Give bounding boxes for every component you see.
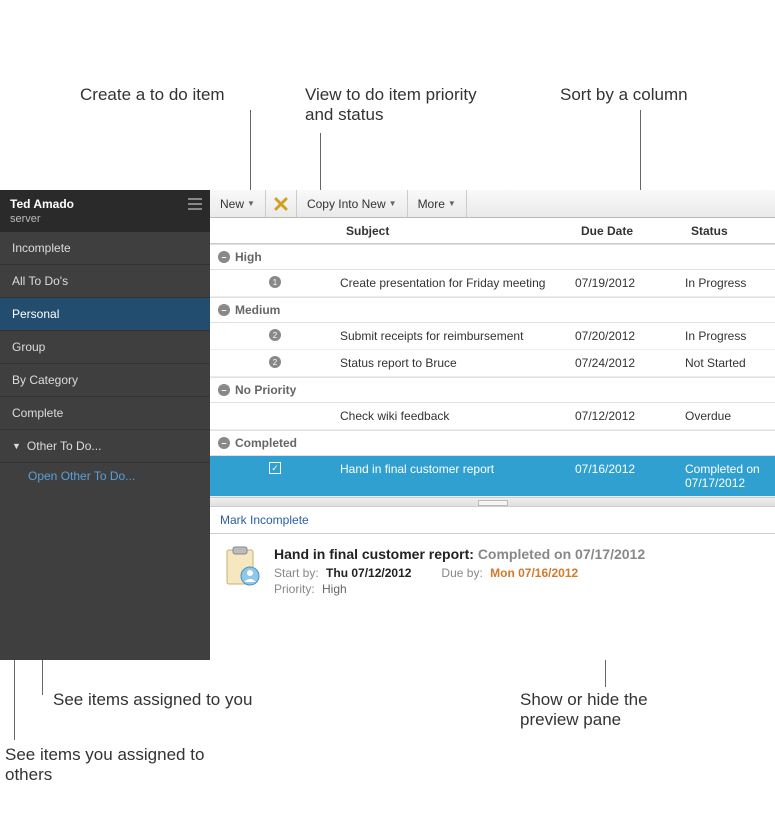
priority-2-icon: 2 <box>269 329 281 341</box>
app-frame: Ted Amado server Incomplete All To Do's … <box>0 190 775 660</box>
preview-toolbar: Mark Incomplete <box>210 507 775 534</box>
col-due-header[interactable]: Due Date <box>575 224 685 238</box>
priority-1-icon: 1 <box>269 276 281 288</box>
main-panel: New ▼ Copy Into New ▼ More ▼ Subject Due… <box>210 190 775 660</box>
x-icon <box>274 197 288 211</box>
table-row[interactable]: Check wiki feedback 07/12/2012 Overdue <box>210 403 775 430</box>
new-button[interactable]: New ▼ <box>210 190 266 217</box>
cancel-button[interactable] <box>266 190 297 217</box>
annotation-sort: Sort by a column <box>560 85 688 105</box>
copy-into-new-button[interactable]: Copy Into New ▼ <box>297 190 408 217</box>
annotation-priority: View to do item priority and status <box>305 85 485 125</box>
group-header-medium[interactable]: – Medium <box>210 297 775 323</box>
annotation-assigned-others: See items you assigned to others <box>5 745 225 785</box>
due-by-label: Due by: <box>441 566 482 580</box>
collapse-icon: – <box>218 437 230 449</box>
start-by-value: Thu 07/12/2012 <box>326 566 411 580</box>
col-status-header[interactable]: Status <box>685 224 775 238</box>
priority-label: Priority: <box>274 582 315 596</box>
caret-icon: ▼ <box>247 199 255 208</box>
group-header-high[interactable]: – High <box>210 244 775 270</box>
sidebar-item-all[interactable]: All To Do's <box>0 265 210 298</box>
annotation-line <box>250 110 251 195</box>
subject-cell: Submit receipts for reimbursement <box>340 329 575 343</box>
sidebar-item-incomplete[interactable]: Incomplete <box>0 232 210 265</box>
sidebar-header: Ted Amado server <box>0 190 210 232</box>
due-cell: 07/20/2012 <box>575 329 685 343</box>
priority-cell: ✓ <box>210 462 340 474</box>
preview-text: Hand in final customer report: Completed… <box>274 546 645 596</box>
checkmark-icon: ✓ <box>269 462 281 474</box>
subject-cell: Status report to Bruce <box>340 356 575 370</box>
table-row[interactable]: 1 Create presentation for Friday meeting… <box>210 270 775 297</box>
preview-priority-row: Priority: High <box>274 582 645 596</box>
priority-2-icon: 2 <box>269 356 281 368</box>
subject-cell: Create presentation for Friday meeting <box>340 276 575 290</box>
sidebar: Ted Amado server Incomplete All To Do's … <box>0 190 210 660</box>
button-label: More <box>418 197 445 211</box>
collapse-icon: – <box>218 304 230 316</box>
due-cell: 07/24/2012 <box>575 356 685 370</box>
caret-icon: ▼ <box>448 199 456 208</box>
preview-title-text: Hand in final customer report: <box>274 546 474 562</box>
group-header-nopriority[interactable]: – No Priority <box>210 377 775 403</box>
menu-icon[interactable] <box>188 198 202 210</box>
sidebar-item-other[interactable]: ▼ Other To Do... <box>0 430 210 463</box>
sidebar-item-personal[interactable]: Personal <box>0 298 210 331</box>
status-cell: Overdue <box>685 409 775 423</box>
status-cell: In Progress <box>685 276 775 290</box>
due-by-value: Mon 07/16/2012 <box>490 566 578 580</box>
preview-body: Hand in final customer report: Completed… <box>210 534 775 608</box>
group-header-completed[interactable]: – Completed <box>210 430 775 456</box>
due-cell: 07/12/2012 <box>575 409 685 423</box>
button-label: Copy Into New <box>307 197 386 211</box>
table-row[interactable]: 2 Status report to Bruce 07/24/2012 Not … <box>210 350 775 377</box>
splitter-handle-icon <box>478 500 508 506</box>
group-label: Completed <box>235 436 297 450</box>
toolbar: New ▼ Copy Into New ▼ More ▼ <box>210 190 775 218</box>
priority-cell: 1 <box>210 276 340 288</box>
sidebar-subitem-open-other[interactable]: Open Other To Do... <box>0 463 210 489</box>
sidebar-server-label: server <box>10 213 200 225</box>
status-cell: In Progress <box>685 329 775 343</box>
priority-cell: 2 <box>210 329 340 341</box>
sidebar-item-group[interactable]: Group <box>0 331 210 364</box>
due-cell: 07/16/2012 <box>575 462 685 476</box>
sidebar-item-complete[interactable]: Complete <box>0 397 210 430</box>
start-by-label: Start by: <box>274 566 319 580</box>
status-cell: Completed on 07/17/2012 <box>685 462 775 490</box>
group-label: Medium <box>235 303 280 317</box>
preview-completed-text: Completed on 07/17/2012 <box>478 546 645 562</box>
annotation-assigned-you: See items assigned to you <box>53 690 252 710</box>
more-button[interactable]: More ▼ <box>408 190 467 217</box>
column-headers: Subject Due Date Status <box>210 218 775 244</box>
collapse-icon: – <box>218 384 230 396</box>
preview-title: Hand in final customer report: Completed… <box>274 546 645 562</box>
chevron-down-icon: ▼ <box>12 441 21 451</box>
table-row[interactable]: 2 Submit receipts for reimbursement 07/2… <box>210 323 775 350</box>
preview-dates-row: Start by: Thu 07/12/2012 Due by: Mon 07/… <box>274 566 645 580</box>
due-cell: 07/19/2012 <box>575 276 685 290</box>
caret-icon: ▼ <box>389 199 397 208</box>
priority-cell: 2 <box>210 356 340 368</box>
collapse-icon: – <box>218 251 230 263</box>
table-row[interactable]: ✓ Hand in final customer report 07/16/20… <box>210 456 775 497</box>
button-label: New <box>220 197 244 211</box>
sidebar-item-category[interactable]: By Category <box>0 364 210 397</box>
priority-value: High <box>322 582 347 596</box>
status-cell: Not Started <box>685 356 775 370</box>
group-label: High <box>235 250 262 264</box>
preview-pane-splitter[interactable] <box>210 497 775 507</box>
sidebar-item-label: Other To Do... <box>27 439 101 453</box>
sidebar-user: Ted Amado <box>10 197 200 211</box>
annotation-preview-toggle: Show or hide the preview pane <box>520 690 710 730</box>
col-subject-header[interactable]: Subject <box>340 224 575 238</box>
annotation-create: Create a to do item <box>80 85 225 105</box>
clipboard-user-icon <box>224 546 262 588</box>
group-label: No Priority <box>235 383 296 397</box>
subject-cell: Hand in final customer report <box>340 462 575 476</box>
mark-incomplete-link[interactable]: Mark Incomplete <box>220 513 309 527</box>
subject-cell: Check wiki feedback <box>340 409 575 423</box>
